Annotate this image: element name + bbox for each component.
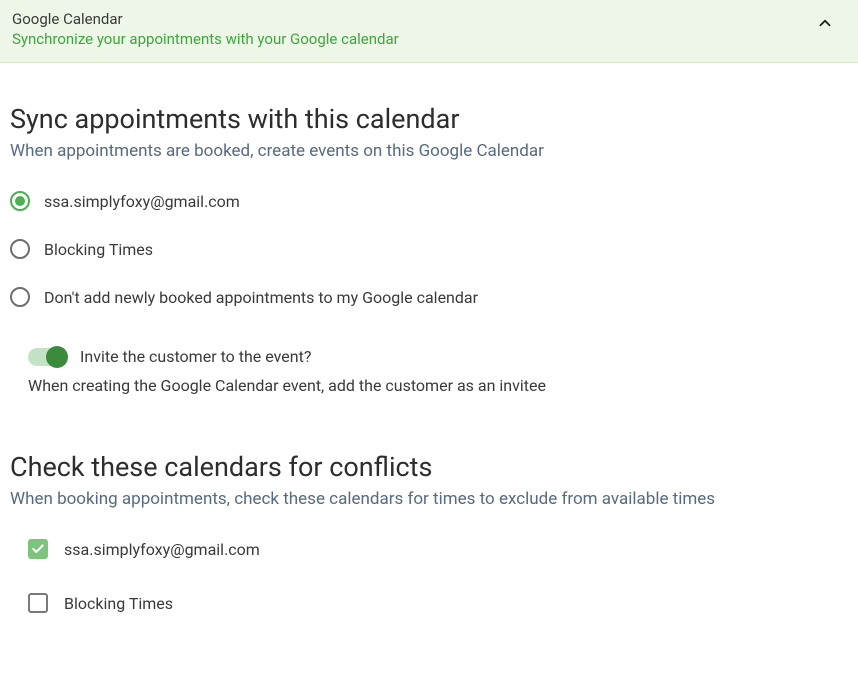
radio-label: Blocking Times: [44, 240, 153, 259]
invite-toggle-label: Invite the customer to the event?: [80, 347, 311, 366]
conflict-option-1[interactable]: Blocking Times: [28, 593, 848, 613]
header-text: Google Calendar Synchronize your appoint…: [12, 10, 399, 48]
sync-option-0[interactable]: ssa.simplyfoxy@gmail.com: [10, 191, 848, 211]
sync-option-1[interactable]: Blocking Times: [10, 239, 848, 259]
sync-option-2[interactable]: Don't add newly booked appointments to m…: [10, 287, 848, 307]
invite-toggle-row: Invite the customer to the event?: [28, 347, 848, 366]
content: Sync appointments with this calendar Whe…: [0, 63, 858, 677]
toggle-knob-icon: [46, 346, 68, 368]
header-panel[interactable]: Google Calendar Synchronize your appoint…: [0, 0, 858, 63]
checkbox-icon: [28, 593, 48, 613]
invite-toggle[interactable]: [28, 348, 66, 366]
conflict-option-0[interactable]: ssa.simplyfoxy@gmail.com: [28, 539, 848, 559]
radio-icon: [10, 191, 30, 211]
radio-label: Don't add newly booked appointments to m…: [44, 288, 478, 307]
checkbox-icon: [28, 539, 48, 559]
radio-icon: [10, 287, 30, 307]
conflicts-heading: Check these calendars for conflicts: [10, 451, 848, 483]
chevron-up-icon[interactable]: [816, 14, 834, 36]
radio-icon: [10, 239, 30, 259]
conflicts-subheading: When booking appointments, check these c…: [10, 489, 848, 509]
invite-block: Invite the customer to the event? When c…: [28, 347, 848, 395]
header-title: Google Calendar: [12, 10, 399, 28]
radio-label: ssa.simplyfoxy@gmail.com: [44, 192, 240, 211]
checkbox-label: ssa.simplyfoxy@gmail.com: [64, 540, 260, 559]
invite-description: When creating the Google Calendar event,…: [28, 376, 848, 395]
checkbox-label: Blocking Times: [64, 594, 173, 613]
conflicts-section: Check these calendars for conflicts When…: [10, 451, 848, 613]
sync-heading: Sync appointments with this calendar: [10, 103, 848, 135]
sync-subheading: When appointments are booked, create eve…: [10, 141, 848, 161]
header-subtitle: Synchronize your appointments with your …: [12, 30, 399, 48]
